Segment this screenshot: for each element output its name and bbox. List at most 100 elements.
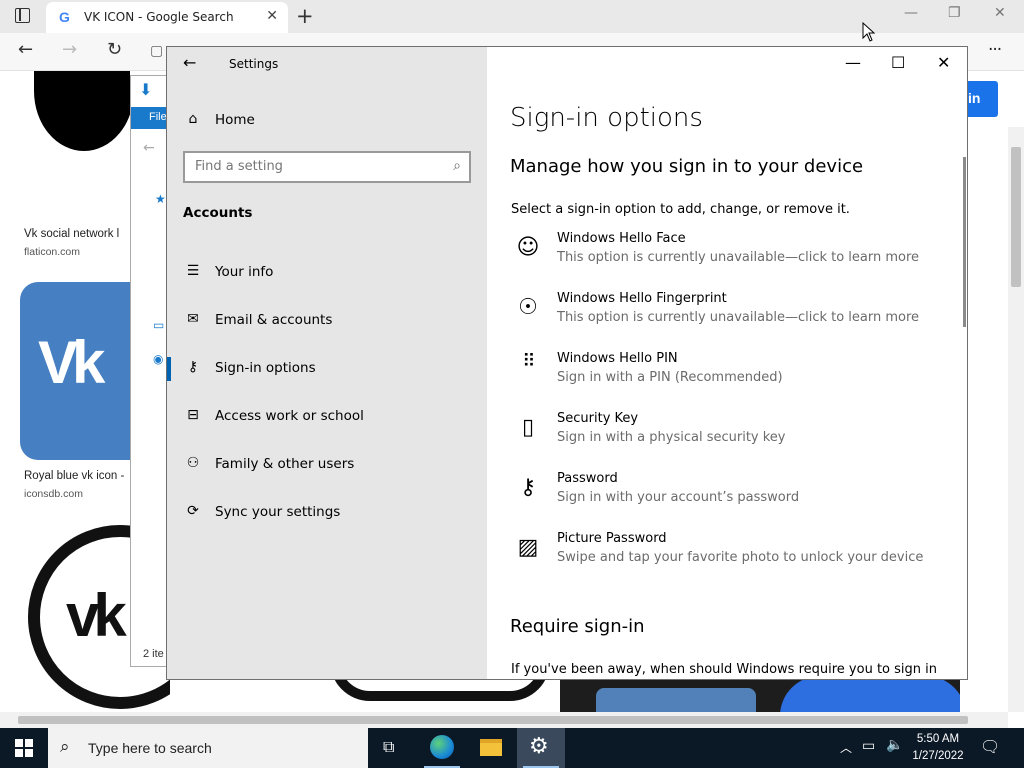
gear-icon: ⚙ [529,734,549,759]
settings-search-input[interactable] [195,159,435,174]
settings-content-pane: — ☐ ✕ Sign-in options Manage how you sig… [487,47,967,679]
horizontal-scrollbar[interactable] [0,712,1008,728]
search-icon: ⌕ [60,737,70,757]
mail-icon: ✉ [187,311,199,327]
back-arrow-icon[interactable]: ← [18,39,33,60]
tab-close-icon[interactable]: ✕ [266,8,278,24]
option-title: Windows Hello Fingerprint [557,291,727,306]
maximize-icon[interactable]: ☐ [891,53,905,72]
nav-item-label: Access work or school [215,408,364,424]
browser-minimize-icon[interactable]: — [904,5,918,21]
settings-taskbar-button[interactable]: ⚙ [517,728,565,768]
nav-item-email-accounts[interactable]: ✉ Email & accounts [167,303,487,339]
option-password[interactable]: ⚷ Password Sign in with your account’s p… [511,471,951,521]
usb-key-icon: ▯ [521,415,535,440]
settings-back-icon[interactable]: ← [183,53,196,72]
result-source[interactable]: flaticon.com [24,246,80,258]
vk-blue-image[interactable]: Vk [20,282,130,460]
option-hello-face[interactable]: ☺ Windows Hello Face This option is curr… [511,231,951,281]
fingerprint-icon: ☉ [518,295,538,320]
option-description: This option is currently unavailable—cli… [557,250,920,265]
scrollbar-thumb[interactable] [1011,147,1021,287]
settings-nav-pane: ← Settings ⌂ Home ⌕ Accounts ☰ Your info… [167,47,487,679]
tab-title: VK ICON - Google Search [84,10,234,24]
notifications-icon[interactable]: 🗨 [980,737,1000,756]
minimize-icon[interactable]: — [845,53,861,72]
browser-tab[interactable]: G VK ICON - Google Search ✕ [46,2,288,33]
content-scrollbar[interactable] [963,157,966,327]
vk-circle-logo-icon: vk [66,582,127,649]
tab-actions-icon[interactable] [15,8,30,23]
explorer-titlebar: ⬇ [131,76,171,106]
vk-black-image[interactable] [20,71,130,218]
taskbar-search-box[interactable]: ⌕ Type here to search [48,728,368,768]
browser-restore-icon[interactable]: ❐ [948,5,961,21]
nav-item-label: Family & other users [215,456,355,472]
option-hello-pin[interactable]: ⠿ Windows Hello PIN Sign in with a PIN (… [511,351,951,401]
nav-item-label: Sign-in options [215,360,316,376]
site-info-icon[interactable]: ▢ [150,43,163,59]
result-caption[interactable]: Vk social network l [24,228,119,240]
key-icon: ⚷ [187,359,199,375]
pc-icon[interactable]: ▭ [153,318,164,332]
vk-black-shape [34,71,130,151]
network-icon[interactable]: ▭ [862,738,875,754]
explorer-file-tab[interactable]: File [131,107,171,129]
taskbar-search-placeholder: Type here to search [88,740,212,756]
option-title: Security Key [557,411,639,426]
people-icon: ⚇ [186,455,200,471]
option-title: Windows Hello PIN [557,351,678,366]
key-icon: ⚷ [519,475,537,500]
clock[interactable]: 5:50 AM 1/27/2022 [900,731,976,765]
chevron-up-icon[interactable]: ︿ [840,739,852,756]
nav-item-access-work[interactable]: ⊟ Access work or school [167,399,487,435]
explorer-status-text: 2 ite [143,648,164,660]
settings-search-box[interactable]: ⌕ [183,151,471,183]
option-description: Sign in with your account’s password [557,490,800,505]
page-title: Sign-in options [510,103,703,133]
option-hello-fingerprint[interactable]: ☉ Windows Hello Fingerprint This option … [511,291,951,341]
network-icon[interactable]: ◉ [153,352,163,366]
more-options-icon[interactable]: ··· [988,40,1002,60]
quick-access-icon[interactable]: ★ [155,192,166,206]
nav-item-label: Sync your settings [215,504,341,520]
start-button[interactable] [0,728,48,768]
nav-item-label: Your info [215,264,274,280]
result-source[interactable]: iconsdb.com [24,488,83,500]
settings-window[interactable]: ← Settings ⌂ Home ⌕ Accounts ☰ Your info… [166,46,968,680]
nav-item-family-users[interactable]: ⚇ Family & other users [167,447,487,483]
option-picture-password[interactable]: ▨ Picture Password Swipe and tap your fa… [511,531,951,581]
require-signin-heading: Require sign-in [510,616,645,637]
search-icon[interactable]: ⌕ [453,158,461,174]
file-explorer-window[interactable]: ⬇ File ← ★ ▭ ◉ 2 ite [130,75,171,667]
vk-logo-icon: Vk [38,329,105,396]
nav-item-sign-in-options[interactable]: ⚷ Sign-in options [167,351,487,387]
nav-item-your-info[interactable]: ☰ Your info [167,255,487,291]
section-heading: Accounts [183,205,253,221]
close-icon[interactable]: ✕ [937,53,950,72]
mouse-cursor-icon [862,22,876,42]
forward-arrow-icon[interactable]: → [62,39,77,60]
windows-logo-icon [15,739,33,757]
result-caption[interactable]: Royal blue vk icon - [24,470,124,482]
refresh-icon[interactable]: ↻ [107,39,122,60]
task-view-button[interactable]: ⧉ [368,728,416,768]
require-signin-text: If you've been away, when should Windows… [511,662,937,677]
edge-icon [430,735,454,759]
vertical-scrollbar[interactable] [1008,127,1024,712]
nav-item-sync-settings[interactable]: ⟳ Sync your settings [167,495,487,531]
option-security-key[interactable]: ▯ Security Key Sign in with a physical s… [511,411,951,461]
vk-dark-image[interactable] [560,676,960,712]
pin-keypad-icon: ⠿ [522,351,535,372]
browser-close-icon[interactable]: ✕ [994,5,1006,21]
folder-icon [480,739,502,756]
option-description: This option is currently unavailable—cli… [557,310,920,325]
person-card-icon: ☰ [186,263,200,279]
edge-taskbar-button[interactable] [418,728,466,768]
explorer-back-icon[interactable]: ← [143,140,155,156]
file-explorer-taskbar-button[interactable] [467,728,515,768]
scrollbar-thumb[interactable] [18,716,968,724]
clock-time: 5:50 AM [916,733,960,745]
new-tab-button[interactable]: + [296,4,314,28]
option-title: Password [557,471,618,486]
